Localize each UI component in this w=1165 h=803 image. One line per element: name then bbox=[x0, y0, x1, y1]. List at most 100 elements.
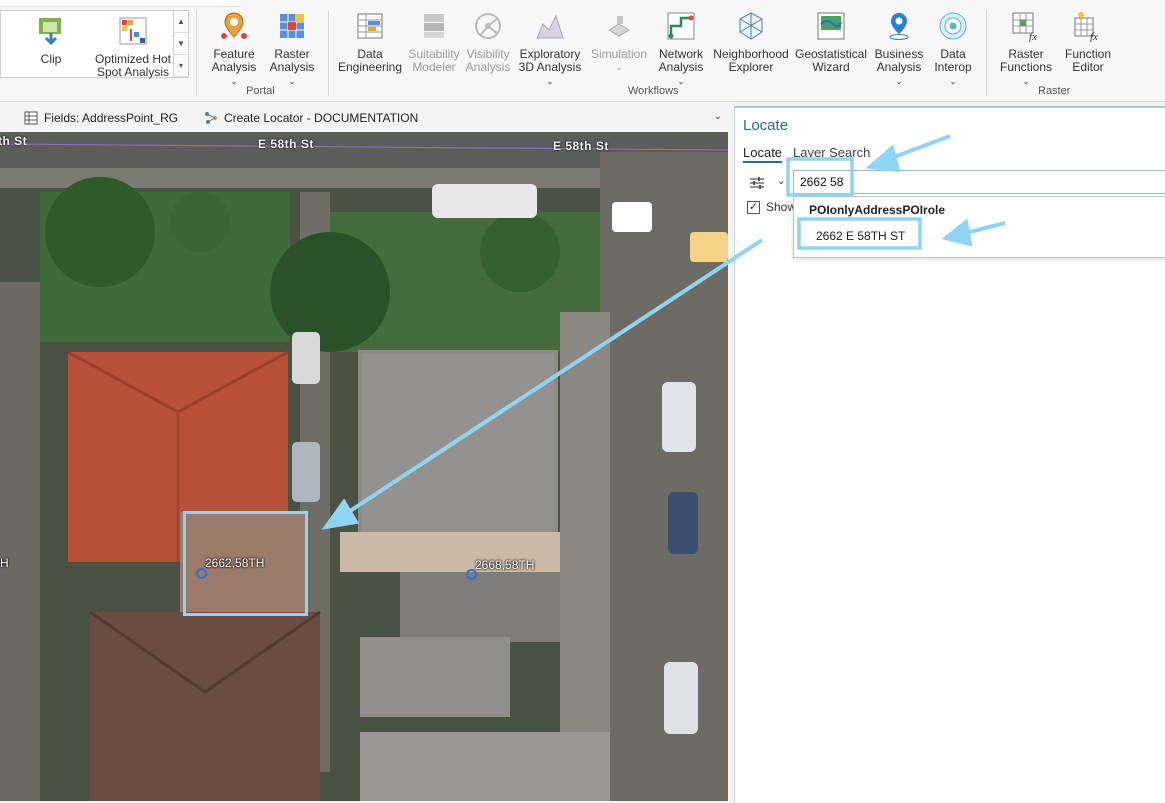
hot-spot-icon bbox=[119, 17, 147, 45]
raster-functions-caret-icon: ⌄ bbox=[1022, 77, 1030, 86]
separator bbox=[196, 10, 197, 96]
suggestion-item[interactable]: 2662 E 58TH ST bbox=[816, 229, 905, 243]
street-label: E 58th St bbox=[553, 139, 609, 153]
simulation-icon bbox=[608, 16, 630, 37]
tab-locate[interactable]: Locate bbox=[743, 145, 783, 163]
suitability-modeler-icon bbox=[424, 14, 444, 38]
document-tab-bar: Fields: AddressPoint_RG Create Locator -… bbox=[0, 106, 728, 133]
locate-search-input[interactable] bbox=[793, 170, 1165, 194]
suggestions-dropdown: POIonlyAddressPOIrole 2662 E 58TH ST bbox=[793, 196, 1165, 258]
geostatistical-wizard-button[interactable]: Geostatistical Wizard bbox=[792, 10, 870, 74]
business-analysis-caret-icon: ⌄ bbox=[895, 77, 903, 86]
visibility-analysis-button[interactable]: Visibility Analysis bbox=[460, 10, 516, 74]
feature-analysis-button[interactable]: Feature Analysis ⌄ bbox=[204, 10, 264, 88]
raster-analysis-button[interactable]: Raster Analysis ⌄ bbox=[262, 10, 322, 88]
network-analysis-icon bbox=[667, 12, 695, 40]
tab-fields-label: Fields: AddressPoint_RG bbox=[44, 111, 179, 125]
aerial-imagery bbox=[0, 132, 728, 801]
raster-functions-label-2: Functions bbox=[999, 60, 1053, 74]
function-editor-label-2: Editor bbox=[1072, 60, 1104, 74]
feature-analysis-label-2: Analysis bbox=[211, 60, 257, 74]
data-interop-button[interactable]: Data Interop ⌄ bbox=[928, 10, 978, 88]
show-option[interactable]: ✓ Show bbox=[747, 200, 796, 214]
group-label-raster: Raster bbox=[1038, 85, 1071, 97]
locate-pane: Locate Locate Layer Search ⌄ ✓ Show POIo… bbox=[734, 106, 1165, 803]
simulation-label: Simulation bbox=[590, 47, 648, 61]
network-analysis-button[interactable]: Network Analysis ⌄ bbox=[652, 10, 710, 88]
function-editor-icon: fx bbox=[1074, 12, 1098, 43]
tab-layer-search[interactable]: Layer Search bbox=[793, 145, 870, 160]
gallery-expand-icon[interactable]: ▾ bbox=[174, 55, 188, 77]
geostatistical-wizard-icon bbox=[817, 12, 845, 40]
tab-overflow-chevron-icon[interactable]: ⌄ bbox=[714, 111, 722, 122]
network-analysis-label-2: Analysis bbox=[658, 60, 704, 74]
exploratory-3d-icon bbox=[536, 14, 564, 39]
hot-spot-label-2: Spot Analysis bbox=[96, 65, 170, 79]
suitability-modeler-label-2: Modeler bbox=[412, 60, 456, 74]
raster-analysis-icon bbox=[280, 14, 304, 38]
tab-fields[interactable]: Fields: AddressPoint_RG bbox=[24, 111, 178, 125]
highlight-box-map bbox=[183, 511, 308, 616]
locator-icon bbox=[205, 112, 217, 124]
show-label: Show bbox=[766, 200, 797, 214]
optimized-hot-spot-button[interactable]: Optimized Hot Spot Analysis bbox=[93, 15, 173, 79]
data-interop-icon bbox=[939, 12, 967, 40]
data-engineering-label-2: Engineering bbox=[337, 60, 403, 74]
settings-sliders-icon[interactable] bbox=[749, 175, 765, 191]
business-analysis-label-2: Analysis bbox=[876, 60, 922, 74]
group-label-workflows: Workflows bbox=[628, 85, 679, 97]
data-engineering-icon bbox=[357, 13, 383, 39]
tab-create-locator-label: Create Locator - DOCUMENTATION bbox=[224, 111, 419, 125]
data-interop-caret-icon: ⌄ bbox=[949, 77, 957, 86]
data-engineering-button[interactable]: Data Engineering bbox=[336, 10, 404, 74]
exploratory-3d-caret-icon: ⌄ bbox=[546, 77, 554, 86]
clip-label: Clip bbox=[40, 52, 62, 66]
gallery-scroll[interactable]: ▲ ▼ ▾ bbox=[173, 11, 188, 77]
simulation-button[interactable]: Simulation ⌄ bbox=[588, 10, 650, 74]
exploratory-3d-label-2: 3D Analysis bbox=[518, 60, 582, 74]
gallery-down-icon[interactable]: ▼ bbox=[174, 33, 188, 55]
search-row: ⌄ bbox=[735, 170, 1165, 198]
feature-analysis-caret-icon: ⌄ bbox=[230, 77, 238, 86]
simulation-caret-icon: ⌄ bbox=[615, 63, 623, 72]
function-editor-button[interactable]: fx Function Editor bbox=[1058, 10, 1118, 74]
clip-icon bbox=[39, 18, 61, 46]
neighborhood-explorer-button[interactable]: Neighborhood Explorer bbox=[710, 10, 792, 74]
group-label-portal: Portal bbox=[246, 85, 275, 97]
neighborhood-explorer-label-2: Explorer bbox=[728, 60, 774, 74]
data-interop-label-2: Interop bbox=[934, 60, 972, 74]
settings-chevron-down-icon[interactable]: ⌄ bbox=[777, 176, 785, 187]
clip-button[interactable]: Clip bbox=[23, 15, 79, 66]
separator bbox=[328, 10, 329, 96]
business-analysis-button[interactable]: Business Analysis ⌄ bbox=[870, 10, 928, 88]
edge-address-label: H bbox=[0, 556, 9, 570]
exploratory-3d-analysis-button[interactable]: Exploratory 3D Analysis ⌄ bbox=[514, 10, 586, 88]
map-view[interactable]: th St E 58th St E 58th St 2662,58TH 2668… bbox=[0, 132, 728, 801]
gallery-up-icon[interactable]: ▲ bbox=[174, 11, 188, 33]
street-label: E 58th St bbox=[258, 137, 314, 151]
tab-create-locator[interactable]: Create Locator - DOCUMENTATION bbox=[204, 111, 418, 125]
raster-analysis-label-2: Analysis bbox=[269, 60, 315, 74]
svg-text:fx: fx bbox=[1090, 31, 1098, 42]
table-icon bbox=[24, 111, 38, 125]
show-checkbox[interactable]: ✓ bbox=[747, 200, 760, 214]
raster-functions-button[interactable]: fx Raster Functions ⌄ bbox=[994, 10, 1058, 88]
business-analysis-icon bbox=[889, 13, 909, 40]
street-label: th St bbox=[0, 134, 28, 148]
visibility-analysis-label-2: Analysis bbox=[465, 60, 511, 74]
raster-analysis-caret-icon: ⌄ bbox=[288, 77, 296, 86]
suggestion-group-header: POIonlyAddressPOIrole bbox=[809, 203, 946, 217]
svg-text:fx: fx bbox=[1029, 31, 1037, 42]
separator bbox=[986, 10, 987, 96]
address-label-2668: 2668,58TH bbox=[475, 558, 535, 572]
visibility-analysis-icon bbox=[475, 13, 501, 39]
suitability-modeler-button[interactable]: Suitability Modeler bbox=[404, 10, 464, 74]
neighborhood-explorer-icon bbox=[739, 12, 763, 40]
ribbon-top-strip bbox=[0, 0, 240, 7]
feature-analysis-icon bbox=[221, 12, 247, 39]
tool-gallery: Clip Optimized Hot Spot Analysis ▲ ▼ ▾ bbox=[0, 10, 189, 79]
ribbon: Clip Optimized Hot Spot Analysis ▲ ▼ ▾ Fe… bbox=[0, 0, 1165, 102]
geostatistical-wizard-label-2: Wizard bbox=[812, 60, 850, 74]
pane-title: Locate bbox=[743, 117, 789, 134]
raster-functions-icon: fx bbox=[1012, 12, 1037, 43]
